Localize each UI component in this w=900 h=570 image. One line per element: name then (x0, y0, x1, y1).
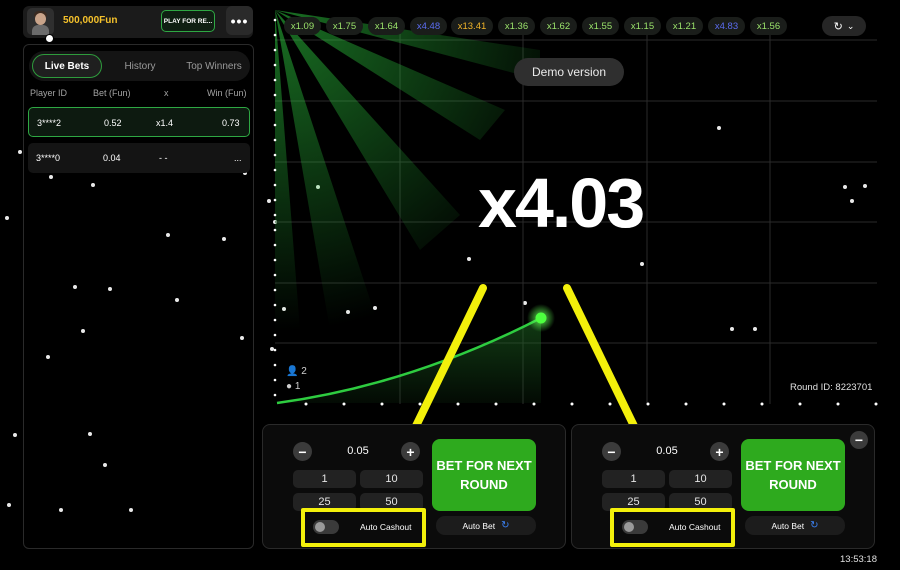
play-for-real-button[interactable]: PLAY FOR RE... (161, 10, 215, 32)
auto-bet-label: Auto Bet (462, 520, 496, 531)
bets-count: 1 (294, 381, 301, 392)
bets-panel: Live Bets History Top Winners Player ID … (23, 44, 254, 549)
bets-icon: ● (286, 381, 293, 392)
multiplier-pill: x1.09 (284, 17, 321, 35)
auto-cashout-highlight: Auto Cashout (301, 508, 426, 547)
refresh-icon: ↻ (501, 520, 510, 531)
win-amount: ... (234, 153, 242, 163)
cashout-multiplier: - - (159, 153, 168, 163)
auto-cashout-highlight: Auto Cashout (610, 508, 735, 547)
history-toggle-button[interactable]: ↻ ⌄ (822, 16, 866, 36)
remove-bet-panel-button[interactable]: − (850, 431, 868, 449)
auto-bet-button[interactable]: Auto Bet ↻ (436, 516, 536, 535)
more-menu-button[interactable]: ••• (226, 6, 253, 35)
column-header-bet: Bet (Fun) (93, 88, 131, 98)
auto-bet-button[interactable]: Auto Bet ↻ (745, 516, 845, 535)
bet-amount: 0.04 (103, 153, 121, 163)
demo-badge: Demo version (514, 58, 624, 86)
increase-amount-button[interactable]: + (710, 442, 729, 461)
player-id: 3****0 (36, 153, 61, 163)
bet-amount-input[interactable]: 0.05 (335, 445, 381, 457)
chevron-down-icon: ⌄ (846, 20, 855, 31)
multiplier-pill: x1.36 (498, 17, 535, 35)
tab-live-bets[interactable]: Live Bets (32, 54, 102, 78)
refresh-icon: ↻ (810, 520, 819, 531)
multiplier-pill: x1.75 (326, 17, 363, 35)
multiplier-pill: x1.62 (540, 17, 577, 35)
auto-cashout-toggle[interactable] (622, 520, 648, 534)
decrease-amount-button[interactable]: − (293, 442, 312, 461)
auto-cashout-label: Auto Cashout (360, 522, 412, 532)
table-row: 3****0 0.04 - - ... (28, 143, 250, 173)
auto-bet-label: Auto Bet (771, 520, 805, 531)
auto-cashout-label: Auto Cashout (669, 522, 721, 532)
bets-tabs: Live Bets History Top Winners (29, 51, 250, 81)
multiplier-pill: x1.56 (750, 17, 787, 35)
tab-history[interactable]: History (105, 54, 175, 78)
avatar[interactable] (27, 8, 54, 35)
multiplier-pill: x4.48 (410, 17, 447, 35)
curve-tip-dot (535, 312, 547, 324)
column-header-x: x (164, 88, 169, 98)
table-row: 3****2 0.52 x1.4 0.73 (28, 107, 250, 137)
player-counts: 👤 2 ● 1 (286, 364, 307, 394)
current-multiplier: x4.03 (478, 164, 645, 242)
quick-amount-button[interactable]: 10 (360, 470, 423, 488)
clock: 13:53:18 (840, 554, 877, 565)
balance: 500,000Fun (63, 15, 118, 26)
quick-amount-button[interactable]: 1 (602, 470, 665, 488)
players-count: 2 (301, 366, 307, 377)
amount-stepper: − 0.05 + (293, 442, 423, 462)
win-amount: 0.73 (222, 118, 240, 128)
players-icon: 👤 (286, 366, 299, 377)
bet-panel-1: − 0.05 + 1 10 25 50 BET FOR NEXT ROUND A… (262, 424, 566, 549)
avatar-edit-icon[interactable] (45, 34, 54, 43)
tab-top-winners[interactable]: Top Winners (179, 54, 249, 78)
bet-for-next-round-button[interactable]: BET FOR NEXT ROUND (432, 439, 536, 511)
multiplier-pill: x1.21 (666, 17, 703, 35)
auto-cashout-toggle[interactable] (313, 520, 339, 534)
cashout-multiplier: x1.4 (156, 118, 174, 128)
multiplier-pill: x1.55 (582, 17, 619, 35)
bet-amount-input[interactable]: 0.05 (644, 445, 690, 457)
player-id: 3****2 (37, 118, 62, 128)
round-id: Round ID: 8223701 (790, 382, 873, 393)
history-icon: ↻ (833, 20, 843, 33)
column-header-player: Player ID (30, 88, 68, 98)
multiplier-pill: x13.41 (451, 17, 493, 35)
quick-amount-button[interactable]: 1 (293, 470, 356, 488)
bet-amount: 0.52 (104, 118, 122, 128)
bet-panel-2: − 0.05 + 1 10 25 50 BET FOR NEXT ROUND A… (571, 424, 875, 549)
multiplier-area (277, 318, 541, 403)
column-header-win: Win (Fun) (207, 88, 247, 98)
increase-amount-button[interactable]: + (401, 442, 420, 461)
multiplier-pill: x1.15 (624, 17, 661, 35)
multiplier-pill: x4.83 (708, 17, 745, 35)
user-header: 500,000Fun PLAY FOR RE... (23, 6, 253, 43)
bet-for-next-round-button[interactable]: BET FOR NEXT ROUND (741, 439, 845, 511)
quick-amount-button[interactable]: 10 (669, 470, 732, 488)
decrease-amount-button[interactable]: − (602, 442, 621, 461)
amount-stepper: − 0.05 + (602, 442, 732, 462)
multiplier-pill: x1.64 (368, 17, 405, 35)
